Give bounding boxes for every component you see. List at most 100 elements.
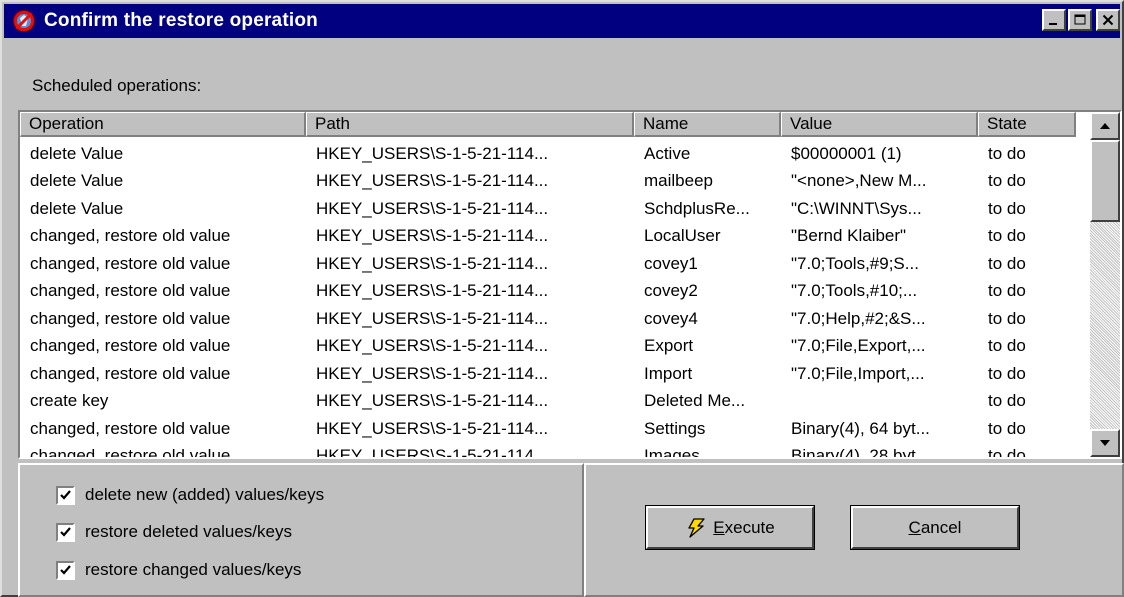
checkbox-restore-deleted[interactable] — [56, 522, 75, 542]
minimize-button[interactable] — [1042, 9, 1066, 31]
cell-path: HKEY_USERS\S-1-5-21-114... — [316, 281, 549, 301]
table-row[interactable]: delete Value HKEY_USERS\S-1-5-21-114... ma… — [20, 168, 1076, 196]
cell-name: Active — [644, 143, 691, 163]
table-row[interactable]: changed, restore old value HKEY_USERS\S-1… — [20, 278, 1076, 306]
table-row[interactable]: create key HKEY_USERS\S-1-5-21-114... Dele… — [20, 388, 1076, 416]
cell-name: Settings — [644, 418, 706, 438]
arrow-down-icon — [1100, 440, 1110, 446]
table-row[interactable]: changed, restore old value HKEY_USERS\S-1… — [20, 223, 1076, 251]
cell-path: HKEY_USERS\S-1-5-21-114... — [316, 143, 549, 163]
cell-operation: changed, restore old value — [30, 446, 231, 457]
scheduled-operations-label: Scheduled operations: — [32, 76, 202, 95]
cell-operation: changed, restore old value — [30, 418, 231, 438]
cell-name: covey1 — [644, 253, 698, 273]
column-header-value[interactable]: Value — [781, 112, 978, 137]
cell-state: to do — [988, 446, 1026, 457]
list-rows: delete Value HKEY_USERS\S-1-5-21-114... Ac… — [20, 140, 1076, 457]
cell-value: $00000001 (1) — [791, 143, 902, 163]
vertical-scrollbar[interactable] — [1090, 112, 1120, 457]
cell-operation: changed, restore old value — [30, 308, 231, 328]
cell-value: "Bernd Klaiber" — [791, 226, 907, 246]
cell-state: to do — [988, 308, 1026, 328]
column-header-path[interactable]: Path — [306, 112, 634, 137]
table-row[interactable]: changed, restore old value HKEY_USERS\S-1… — [20, 415, 1076, 443]
actions-panel: Execute Cancel — [584, 463, 1124, 597]
table-row[interactable]: changed, restore old value HKEY_USERS\S-1… — [20, 360, 1076, 388]
column-header-state[interactable]: State — [978, 112, 1076, 137]
column-header-operation[interactable]: Operation — [20, 112, 306, 137]
execute-label: Execute — [713, 517, 775, 537]
cell-operation: delete Value — [30, 143, 124, 163]
list-header: Operation Path Name Value State — [20, 112, 1076, 137]
cell-value: Binary(4), 28 byt... — [791, 446, 930, 457]
cell-operation: changed, restore old value — [30, 281, 231, 301]
option-delete-new[interactable]: delete new (added) values/keys — [56, 485, 324, 505]
window-title: Confirm the restore operation — [44, 10, 318, 31]
checkmark-icon — [60, 565, 71, 575]
option-label: delete new (added) values/keys — [85, 485, 325, 504]
lightning-icon — [688, 517, 705, 538]
cell-path: HKEY_USERS\S-1-5-21-114... — [316, 308, 549, 328]
cell-path: HKEY_USERS\S-1-5-21-114... — [316, 418, 549, 438]
cell-state: to do — [988, 418, 1026, 438]
cancel-label: Cancel — [908, 517, 962, 537]
table-row[interactable]: delete Value HKEY_USERS\S-1-5-21-114... Ac… — [20, 140, 1076, 168]
cell-operation: changed, restore old value — [30, 253, 231, 273]
cell-value: "<none>,New M... — [791, 171, 927, 191]
cell-path: HKEY_USERS\S-1-5-21-114... — [316, 171, 549, 191]
cell-name: SchdplusRe... — [644, 198, 750, 218]
window-controls — [1040, 9, 1120, 31]
cell-operation: changed, restore old value — [30, 226, 231, 246]
cell-name: Images — [644, 446, 700, 457]
table-row[interactable]: changed, restore old value HKEY_USERS\S-1… — [20, 305, 1076, 333]
checkbox-restore-changed[interactable] — [56, 560, 75, 580]
table-row[interactable]: changed, restore old value HKEY_USERS\S-1… — [20, 250, 1076, 278]
cell-value: Binary(4), 64 byt... — [791, 418, 930, 438]
cell-state: to do — [988, 363, 1026, 383]
cell-state: to do — [988, 198, 1026, 218]
cell-state: to do — [988, 336, 1026, 356]
maximize-icon — [1074, 14, 1086, 25]
cancel-button[interactable]: Cancel — [850, 505, 1020, 550]
title-bar[interactable]: Confirm the restore operation — [4, 4, 1120, 38]
scroll-down-button[interactable] — [1090, 429, 1120, 457]
checkmark-icon — [60, 527, 71, 537]
arrow-up-icon — [1100, 123, 1110, 129]
cell-operation: delete Value — [30, 171, 124, 191]
cell-value: "7.0;Tools,#9;S... — [791, 253, 919, 273]
options-panel: delete new (added) values/keys restore d… — [18, 463, 584, 597]
cell-value: "7.0;Tools,#10;... — [791, 281, 918, 301]
close-button[interactable] — [1096, 9, 1120, 31]
cell-operation: changed, restore old value — [30, 336, 231, 356]
minimize-icon — [1049, 23, 1057, 25]
cell-value: "C:\WINNT\Sys... — [791, 198, 922, 218]
cell-path: HKEY_USERS\S-1-5-21-114... — [316, 363, 549, 383]
cell-operation: changed, restore old value — [30, 363, 231, 383]
cell-operation: delete Value — [30, 198, 124, 218]
table-row[interactable]: delete Value HKEY_USERS\S-1-5-21-114... Sc… — [20, 195, 1076, 223]
cell-state: to do — [988, 171, 1026, 191]
scroll-thumb[interactable] — [1090, 140, 1120, 222]
cell-operation: create key — [30, 391, 109, 411]
cell-name: mailbeep — [644, 171, 713, 191]
execute-button[interactable]: Execute — [645, 505, 815, 550]
scroll-up-button[interactable] — [1090, 112, 1120, 140]
option-restore-changed[interactable]: restore changed values/keys — [56, 560, 301, 580]
table-row[interactable]: changed, restore old value HKEY_USERS\S-1… — [20, 443, 1076, 457]
close-icon — [1102, 14, 1114, 26]
cell-value: "7.0;File,Export,... — [791, 336, 926, 356]
table-row[interactable]: changed, restore old value HKEY_USERS\S-1… — [20, 333, 1076, 361]
cell-path: HKEY_USERS\S-1-5-21-114... — [316, 446, 549, 457]
cell-path: HKEY_USERS\S-1-5-21-114... — [316, 391, 549, 411]
operations-list[interactable]: Operation Path Name Value State delete V… — [18, 110, 1122, 459]
cell-state: to do — [988, 281, 1026, 301]
cell-value: "7.0;Help,#2;&S... — [791, 308, 926, 328]
column-header-name[interactable]: Name — [634, 112, 781, 137]
cell-state: to do — [988, 253, 1026, 273]
checkbox-delete-new[interactable] — [56, 485, 75, 505]
app-icon — [13, 10, 35, 32]
option-restore-deleted[interactable]: restore deleted values/keys — [56, 522, 292, 542]
cell-name: Deleted Me... — [644, 391, 746, 411]
maximize-button[interactable] — [1068, 9, 1092, 31]
cell-state: to do — [988, 143, 1026, 163]
